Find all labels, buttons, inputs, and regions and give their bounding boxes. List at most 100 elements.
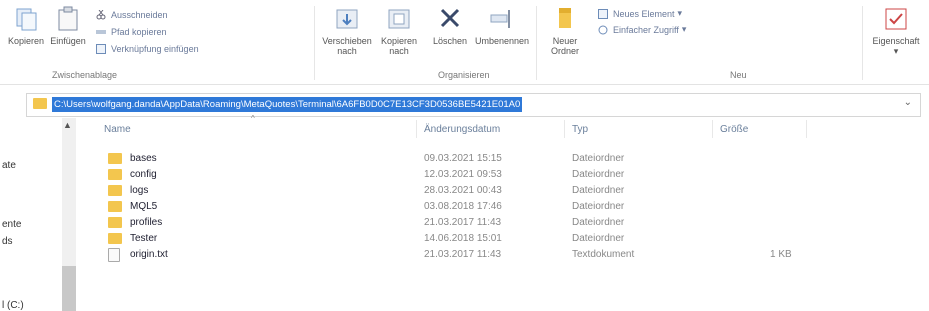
chevron-down-icon[interactable]: ⌄ [904,97,912,108]
move-to-label: Verschieben nach [322,36,372,56]
scroll-up-icon[interactable]: ▲ [63,120,72,130]
sort-ascending-icon: ^ [251,114,255,123]
ribbon-separator [536,6,537,80]
new-folder-button[interactable]: Neuer Ordner [543,6,587,56]
cut-button[interactable]: Ausschneiden [96,9,168,20]
move-to-icon [334,6,360,32]
file-type: Dateiordner [572,233,625,244]
copy-path-button[interactable]: Pfad kopieren [96,27,167,37]
file-list-row[interactable]: profiles 21.03.2017 11:43 Dateiordner [84,215,784,231]
copy-button[interactable]: Kopieren [6,6,46,46]
file-date: 28.03.2021 00:43 [424,185,502,196]
column-separator[interactable] [712,120,713,138]
file-date: 09.03.2021 15:15 [424,153,502,164]
easy-access-button[interactable]: Einfacher Zugriff ▾ [598,24,686,35]
file-name: MQL5 [130,201,158,212]
file-list-row[interactable]: MQL5 03.08.2018 17:46 Dateiordner [84,199,784,215]
easy-access-icon [598,25,608,35]
file-list-row[interactable]: origin.txt 21.03.2017 11:43 Textdokument 1 … [84,247,792,263]
paste-shortcut-label: Verknüpfung einfügen [111,44,199,54]
file-date: 03.08.2018 17:46 [424,201,502,212]
file-type: Dateiordner [572,169,625,180]
file-date: 21.03.2017 11:43 [424,217,502,228]
folder-icon [108,201,122,212]
easy-access-label: Einfacher Zugriff [613,24,679,35]
file-name: Tester [130,233,158,244]
file-size: 1 KB [770,249,792,260]
move-to-button[interactable]: Verschieben nach [322,6,372,56]
folder-icon [108,169,122,180]
file-type: Dateiordner [572,185,625,196]
new-item-button[interactable]: Neues Element ▾ [598,8,682,19]
folder-icon [33,98,47,109]
rename-button[interactable]: Umbenennen [474,6,530,46]
file-type: Dateiordner [572,153,625,164]
paste-shortcut-button[interactable]: Verknüpfung einfügen [96,44,199,54]
file-date: 12.03.2021 09:53 [424,169,502,180]
properties-check-icon [883,6,909,32]
address-path[interactable]: C:\Users\wolfgang.danda\AppData\Roaming\… [52,97,523,112]
file-type: Dateiordner [572,217,625,228]
nav-item[interactable]: ds [2,236,13,247]
file-type: Textdokument [572,249,635,260]
column-header-date[interactable]: Änderungsdatum [424,124,500,135]
new-folder-label: Neuer Ordner [550,36,579,56]
nav-item[interactable]: ente [2,219,21,230]
delete-button[interactable]: Löschen [428,6,472,46]
file-list-row[interactable]: logs 28.03.2021 00:43 Dateiordner [84,183,784,199]
copy-to-icon [386,6,412,32]
path-icon [96,27,106,37]
file-name: logs [130,185,149,196]
scissors-icon [96,9,106,20]
file-list-row[interactable]: config 12.03.2021 09:53 Dateiordner [84,167,784,183]
address-bar[interactable]: C:\Users\wolfgang.danda\AppData\Roaming\… [26,93,921,117]
file-list-row[interactable]: Tester 14.06.2018 15:01 Dateiordner [84,231,784,247]
file-name: profiles [130,217,163,228]
column-header-type[interactable]: Typ [572,124,588,135]
shortcut-icon [96,44,106,54]
close-x-icon [437,6,463,32]
new-item-label: Neues Element [613,8,675,19]
file-date: 14.06.2018 15:01 [424,233,502,244]
nav-item[interactable]: l (C:) [2,300,24,311]
column-header-name[interactable]: Name [104,124,131,135]
ribbon-separator [862,6,863,80]
cut-label: Ausschneiden [111,10,168,20]
folder-icon [108,185,122,196]
organize-group-label: Organisieren [438,70,490,80]
file-name: origin.txt [130,249,168,260]
new-item-icon [598,8,608,19]
column-separator[interactable] [564,120,565,138]
folder-icon [108,153,122,164]
rename-icon [489,6,515,32]
nav-item[interactable]: ate [2,160,16,171]
clipboard-icon [55,6,81,32]
paste-button[interactable]: Einfügen [46,6,90,46]
rename-label: Umbenennen [474,36,530,46]
file-name: bases [130,153,157,164]
chevron-down-icon: ▾ [677,8,683,18]
text-file-icon [108,248,120,262]
clipboard-group-label: Zwischenablage [52,70,118,80]
copy-path-label: Pfad kopieren [111,27,167,37]
copy-to-label: Kopieren nach [380,36,418,56]
copy-icon [13,6,39,32]
column-separator[interactable] [806,120,807,138]
new-folder-icon [552,6,578,32]
file-date: 21.03.2017 11:43 [424,249,502,260]
ribbon: Kopieren Einfügen Ausschneiden Pfad kopi… [0,0,929,85]
file-list-row[interactable]: bases 09.03.2021 15:15 Dateiordner [84,151,784,167]
column-header-size[interactable]: Größe [720,124,748,135]
properties-label: Eigenschaft [872,36,920,46]
folder-icon [108,217,122,228]
paste-label: Einfügen [50,36,86,46]
column-separator[interactable] [416,120,417,138]
chevron-down-icon: ▾ [681,24,687,34]
folder-icon [108,233,122,244]
new-group-label: Neu [730,70,747,80]
ribbon-separator [314,6,315,80]
copy-to-button[interactable]: Kopieren nach [374,6,424,56]
properties-button[interactable]: Eigenschaft ▾ [864,6,928,56]
file-type: Dateiordner [572,201,625,212]
nav-scrollbar-thumb[interactable] [62,266,76,311]
